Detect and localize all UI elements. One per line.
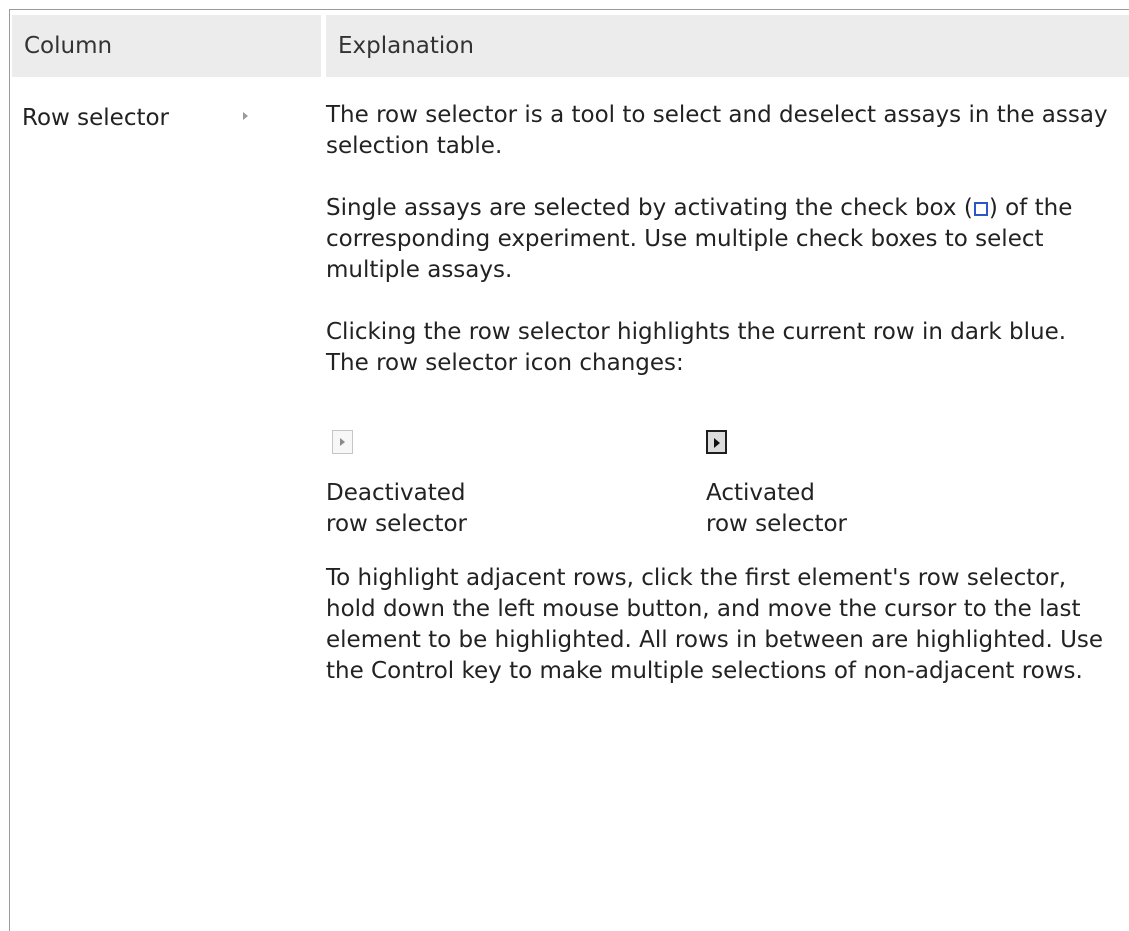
deactivated-row-selector-icon xyxy=(332,430,353,454)
deactivated-arrow-icon xyxy=(340,438,345,446)
activated-row-selector-icon xyxy=(706,430,727,454)
checkbox-icon xyxy=(973,202,988,216)
activated-arrow-icon xyxy=(714,438,720,448)
deactivated-caption: Deactivated row selector xyxy=(326,478,546,540)
row-selector-arrow xyxy=(243,112,248,120)
table-header-row: Column Explanation xyxy=(10,10,1129,77)
explanation-paragraph-2: Single assays are selected by activating… xyxy=(326,193,1116,286)
row-selector-icon xyxy=(239,104,255,128)
explanation-paragraph-4: To highlight adjacent rows, click the fi… xyxy=(326,565,1104,684)
deactivated-caption-line-2: row selector xyxy=(326,511,468,537)
row-label-row-selector: Row selector xyxy=(22,105,170,131)
activated-caption: Activated row selector xyxy=(706,478,926,540)
header-explanation: Explanation xyxy=(326,15,1129,77)
header-column: Column xyxy=(12,15,321,77)
explanation-paragraph-1: The row selector is a tool to select and… xyxy=(326,102,1108,159)
activated-caption-line-2: row selector xyxy=(706,511,848,537)
activated-caption-line-1: Activated xyxy=(706,480,815,506)
paragraph-2-text-before: Single assays are selected by activating… xyxy=(326,195,973,221)
deactivated-caption-line-1: Deactivated xyxy=(326,480,466,506)
explanation-paragraph-3: Clicking the row selector highlights the… xyxy=(326,319,1067,376)
